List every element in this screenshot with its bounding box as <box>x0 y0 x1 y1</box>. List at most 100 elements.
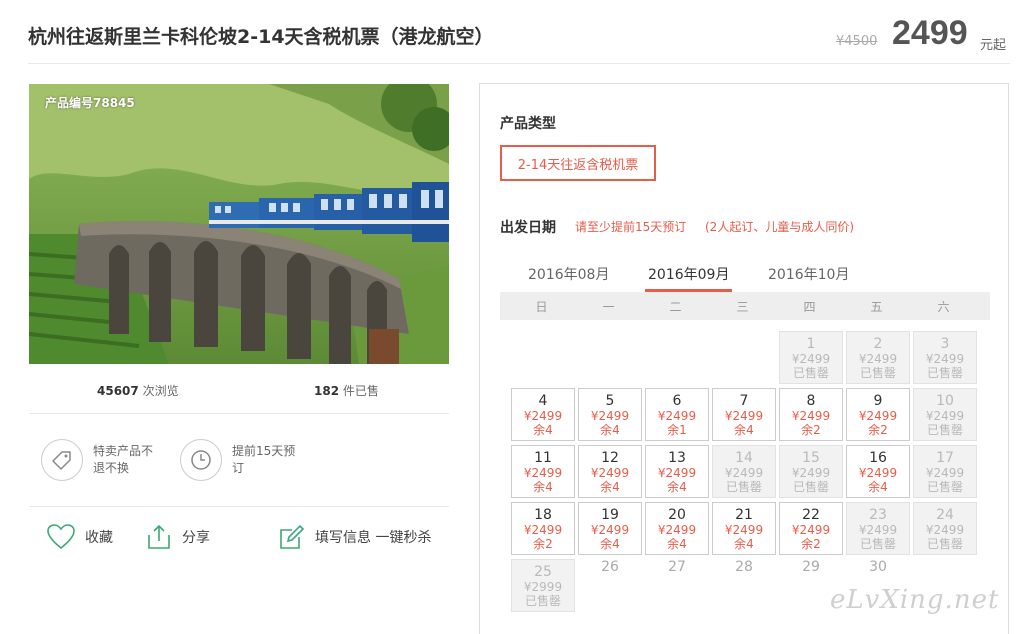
views-label: 次浏览 <box>142 384 179 398</box>
feature-text: 特卖产品不退不换 <box>93 444 154 475</box>
calendar-day[interactable]: 11 ¥2499 余4 <box>511 445 575 498</box>
share-button[interactable]: 分享 <box>146 524 210 550</box>
month-tab[interactable]: 2016年09月 <box>645 264 733 292</box>
calendar-day-empty: 28 <box>712 559 776 612</box>
day-price: ¥2499 <box>858 352 898 366</box>
booking-panel: 产品类型 2-14天往返含税机票 出发日期 请至少提前15天预订 (2人起订、儿… <box>479 83 1009 634</box>
product-actions: 收藏 分享 填写信息 一键秒杀 <box>29 508 449 568</box>
favorite-button[interactable]: 收藏 <box>47 524 113 550</box>
calendar-day[interactable]: 18 ¥2499 余2 <box>511 502 575 555</box>
calendar-day[interactable]: 4 ¥2499 余4 <box>511 388 575 441</box>
day-number: 19 <box>601 507 619 523</box>
views-count: 45607 <box>97 384 139 398</box>
day-price: ¥2499 <box>925 352 965 366</box>
fill-info-button[interactable]: 填写信息 一键秒杀 <box>279 524 431 550</box>
day-number: 8 <box>806 393 816 409</box>
calendar-day[interactable]: 7 ¥2499 余4 <box>712 388 776 441</box>
month-tab[interactable]: 2016年10月 <box>768 264 849 292</box>
day-price: ¥2499 <box>724 466 764 480</box>
day-number: 5 <box>605 393 615 409</box>
sold-stat: 182 件已售 <box>314 382 379 399</box>
share-label: 分享 <box>182 530 210 546</box>
heart-icon <box>47 524 75 550</box>
month-tab[interactable]: 2016年08月 <box>528 264 609 292</box>
day-price: ¥2499 <box>724 523 764 537</box>
remaining-seats: 余4 <box>533 480 553 494</box>
day-price: ¥2499 <box>590 523 630 537</box>
day-number: 6 <box>672 393 682 409</box>
remaining-seats: 余4 <box>667 480 687 494</box>
day-number: 3 <box>940 336 950 352</box>
day-number: 25 <box>534 564 552 580</box>
calendar-day: 1 ¥2499 已售罄 <box>779 331 843 384</box>
calendar-day[interactable]: 5 ¥2499 余4 <box>578 388 642 441</box>
day-number: 11 <box>534 450 552 466</box>
favorite-label: 收藏 <box>85 530 113 546</box>
sold-out-label: 已售罄 <box>926 423 963 437</box>
product-code: 产品编号78845 <box>45 96 135 110</box>
calendar-day[interactable]: 20 ¥2499 余4 <box>645 502 709 555</box>
day-number: 20 <box>668 507 686 523</box>
price-suffix: 元起 <box>980 38 1007 53</box>
day-price: ¥2499 <box>925 466 965 480</box>
calendar-day: 25 ¥2999 已售罄 <box>511 559 575 612</box>
calendar-day[interactable]: 16 ¥2499 余4 <box>846 445 910 498</box>
remaining-seats: 余2 <box>801 537 821 551</box>
day-price: ¥2499 <box>858 466 898 480</box>
day-number: 23 <box>869 507 887 523</box>
calendar-day[interactable]: 19 ¥2499 余4 <box>578 502 642 555</box>
remaining-seats: 余4 <box>600 537 620 551</box>
edit-icon <box>280 524 305 549</box>
watermark: eLvXing.net <box>830 585 1000 615</box>
day-price: ¥2499 <box>657 466 697 480</box>
booking-note-rules: (2人起订、儿童与成人同价) <box>705 220 854 234</box>
day-price: ¥2499 <box>590 409 630 423</box>
calendar-day[interactable]: 22 ¥2499 余2 <box>779 502 843 555</box>
day-number: 24 <box>936 507 954 523</box>
remaining-seats: 余4 <box>868 480 888 494</box>
day-price: ¥2499 <box>657 523 697 537</box>
day-number: 22 <box>802 507 820 523</box>
remaining-seats: 余2 <box>801 423 821 437</box>
day-price: ¥2499 <box>523 523 563 537</box>
day-number: 29 <box>802 559 820 575</box>
calendar-day[interactable]: 21 ¥2499 余4 <box>712 502 776 555</box>
product-type-option[interactable]: 2-14天往返含税机票 <box>500 145 656 181</box>
remaining-seats: 余4 <box>734 423 754 437</box>
day-price: ¥2499 <box>858 409 898 423</box>
day-price: ¥2499 <box>925 523 965 537</box>
fill-info-label: 填写信息 一键秒杀 <box>315 530 432 546</box>
day-price: ¥2499 <box>925 409 965 423</box>
day-number: 15 <box>802 450 820 466</box>
calendar-day: 23 ¥2499 已售罄 <box>846 502 910 555</box>
day-number: 18 <box>534 507 552 523</box>
day-number: 14 <box>735 450 753 466</box>
calendar-day[interactable]: 12 ¥2499 余4 <box>578 445 642 498</box>
calendar-day: 2 ¥2499 已售罄 <box>846 331 910 384</box>
weekday-label: 六 <box>937 300 950 314</box>
calendar-day[interactable]: 13 ¥2499 余4 <box>645 445 709 498</box>
day-price: ¥2499 <box>590 466 630 480</box>
day-number: 7 <box>739 393 749 409</box>
day-price: ¥2499 <box>523 466 563 480</box>
sold-out-label: 已售罄 <box>926 537 963 551</box>
day-number: 21 <box>735 507 753 523</box>
weekday-label: 一 <box>602 300 615 314</box>
calendar-day-empty: 26 <box>578 559 642 612</box>
clock-icon <box>180 439 222 481</box>
calendar-day[interactable]: 8 ¥2499 余2 <box>779 388 843 441</box>
day-number: 1 <box>806 336 816 352</box>
calendar-day[interactable]: 9 ¥2499 余2 <box>846 388 910 441</box>
sold-out-label: 已售罄 <box>859 366 896 380</box>
weekday-label: 日 <box>535 300 548 314</box>
sold-out-label: 已售罄 <box>725 480 762 494</box>
tag-icon <box>41 439 83 481</box>
share-icon <box>148 524 170 549</box>
feature-no-refund: 特卖产品不退不换 <box>41 439 159 481</box>
day-price: ¥2499 <box>523 409 563 423</box>
calendar-day[interactable]: 6 ¥2499 余1 <box>645 388 709 441</box>
sold-out-label: 已售罄 <box>926 480 963 494</box>
day-number: 12 <box>601 450 619 466</box>
sold-out-label: 已售罄 <box>792 366 829 380</box>
day-number: 30 <box>869 559 887 575</box>
